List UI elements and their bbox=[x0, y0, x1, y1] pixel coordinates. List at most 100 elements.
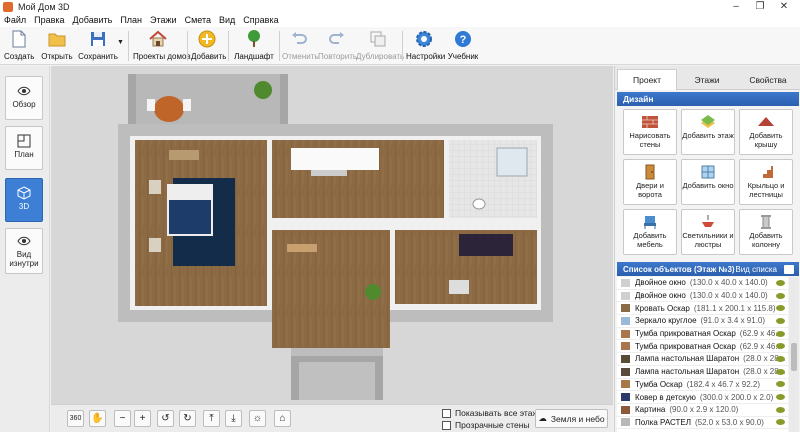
menu-file[interactable]: Файл bbox=[4, 15, 26, 25]
balcony-plant bbox=[254, 81, 272, 99]
menu-view[interactable]: Вид bbox=[219, 15, 235, 25]
add-floor-button[interactable]: Добавить этаж bbox=[681, 109, 735, 155]
shower bbox=[496, 147, 528, 177]
transparent-walls-checkbox[interactable]: Прозрачные стены bbox=[442, 420, 530, 430]
scrollbar-thumb[interactable] bbox=[791, 343, 797, 371]
3d-view-button[interactable]: 3D bbox=[5, 178, 43, 222]
add-window-button[interactable]: Добавить окно bbox=[681, 159, 735, 205]
visibility-eye-icon[interactable] bbox=[776, 330, 785, 337]
minimize-icon[interactable]: – bbox=[724, 0, 748, 13]
add-furniture-button[interactable]: Добавить мебель bbox=[623, 209, 677, 255]
tilt-down-icon[interactable]: ⤓ bbox=[225, 410, 242, 427]
menu-edit[interactable]: Правка bbox=[34, 15, 64, 25]
light-bulb-icon[interactable]: ☼ bbox=[249, 410, 266, 427]
save-button[interactable]: Сохранить bbox=[78, 29, 118, 63]
visibility-eye-icon[interactable] bbox=[776, 343, 785, 350]
view-list-link[interactable]: Вид списка bbox=[735, 265, 777, 274]
right-panel: Проект Этажи Свойства Дизайн Нарисовать … bbox=[614, 66, 800, 432]
list-item[interactable]: Кровать Оскар (181.1 x 200.1 x 115.8) bbox=[617, 302, 788, 316]
menu-plan[interactable]: План bbox=[120, 15, 142, 25]
object-dimensions: (90.0 x 2.9 x 120.0) bbox=[669, 405, 739, 415]
toolbar-separator bbox=[128, 31, 129, 61]
menu-estimate[interactable]: Смета bbox=[185, 15, 211, 25]
visibility-eye-icon[interactable] bbox=[776, 368, 785, 375]
show-all-floors-checkbox[interactable]: Показывать все этажи bbox=[442, 408, 543, 418]
tab-properties[interactable]: Свойства bbox=[737, 69, 799, 90]
list-item[interactable]: Ковер в детскую (300.0 x 200.0 x 2.0) bbox=[617, 391, 788, 404]
add-roof-button[interactable]: Добавить крышу bbox=[739, 109, 793, 155]
add-column-button[interactable]: Добавить колонну bbox=[739, 209, 793, 255]
visibility-eye-icon[interactable] bbox=[776, 419, 785, 426]
visibility-eye-icon[interactable] bbox=[776, 381, 785, 388]
porch-stairs-button[interactable]: Крыльцо и лестницы bbox=[739, 159, 793, 205]
list-item[interactable]: Полка РАСТЕЛ (52.0 x 53.0 x 90.0) bbox=[617, 417, 788, 430]
visibility-eye-icon[interactable] bbox=[776, 279, 785, 286]
create-button[interactable]: Создать bbox=[4, 29, 34, 63]
redo-button[interactable]: Повторить bbox=[318, 29, 357, 63]
menu-floors[interactable]: Этажи bbox=[150, 15, 177, 25]
visibility-eye-icon[interactable] bbox=[776, 394, 785, 401]
menu-help[interactable]: Справка bbox=[243, 15, 278, 25]
object-icon bbox=[621, 380, 630, 389]
menu-add[interactable]: Добавить bbox=[73, 15, 113, 25]
duplicate-button[interactable]: Дублировать bbox=[356, 29, 404, 63]
zoom-out-icon[interactable]: − bbox=[114, 410, 131, 427]
close-icon[interactable]: ✕ bbox=[772, 0, 796, 13]
list-item[interactable]: Тумба прикроватная Оскар (62.9 x 46... bbox=[617, 340, 788, 354]
visibility-eye-icon[interactable] bbox=[776, 305, 785, 312]
chevron-down-icon[interactable]: ▼ bbox=[117, 39, 124, 46]
list-item[interactable]: Тумба прикроватная Оскар (62.9 x 46... bbox=[617, 328, 788, 341]
zoom-in-icon[interactable]: + bbox=[134, 410, 151, 427]
eye-icon bbox=[17, 86, 31, 96]
tab-project[interactable]: Проект bbox=[617, 69, 677, 90]
object-dimensions: (300.0 x 200.0 x 2.0) bbox=[699, 392, 774, 402]
toolbar-separator bbox=[228, 31, 229, 61]
open-button[interactable]: Открыть bbox=[40, 29, 74, 63]
ground-and-sky-button[interactable]: ☁ Земля и небо bbox=[535, 409, 608, 428]
list-item[interactable]: Картина (90.0 x 2.9 x 120.0) bbox=[617, 404, 788, 417]
maximize-icon[interactable]: ❐ bbox=[748, 0, 772, 13]
list-item[interactable]: Зеркало круглое (91.0 x 3.4 x 91.0) bbox=[617, 315, 788, 328]
toolbar-separator bbox=[279, 31, 280, 61]
house-projects-button[interactable]: Проекты домов bbox=[133, 29, 191, 63]
visibility-eye-icon[interactable] bbox=[776, 317, 785, 324]
window-title: Мой Дом 3D bbox=[18, 1, 70, 12]
plan-button[interactable]: План bbox=[5, 126, 43, 170]
list-item[interactable]: Двойное окно (130.0 x 40.0 x 140.0) bbox=[617, 290, 788, 303]
overview-button[interactable]: Обзор bbox=[5, 76, 43, 120]
object-name: Зеркало круглое bbox=[635, 316, 697, 326]
tutorial-button[interactable]: ? Учебник bbox=[446, 29, 480, 63]
landscape-button[interactable]: Ландшафт bbox=[233, 29, 275, 63]
rotate-360-icon[interactable]: 360 bbox=[67, 410, 84, 427]
inside-view-button[interactable]: Вид изнутри bbox=[5, 228, 43, 274]
redo-icon bbox=[329, 32, 344, 44]
object-list[interactable]: Двойное окно (130.0 x 40.0 x 140.0) Двойно… bbox=[617, 277, 788, 432]
object-icon bbox=[621, 329, 630, 338]
add-button[interactable]: Добавить bbox=[191, 29, 226, 63]
lamps-button[interactable]: Светильники и люстры bbox=[681, 209, 735, 255]
object-list-scrollbar[interactable] bbox=[789, 277, 799, 432]
window-icon bbox=[701, 165, 715, 179]
object-name: Кровать Оскар bbox=[635, 303, 690, 313]
doors-gates-button[interactable]: Двери и ворота bbox=[623, 159, 677, 205]
list-item[interactable]: Лампа настольная Шаратон (28.0 x 28... bbox=[617, 353, 788, 366]
tab-floors[interactable]: Этажи bbox=[677, 69, 737, 90]
undo-icon bbox=[292, 32, 307, 44]
visibility-eye-icon[interactable] bbox=[776, 355, 785, 362]
tilt-up-icon[interactable]: ⤒ bbox=[203, 410, 220, 427]
list-item[interactable]: Лампа настольная Шаратон (28.0 x 28... bbox=[617, 366, 788, 379]
list-item[interactable]: Двойное окно (130.0 x 40.0 x 140.0) bbox=[617, 277, 788, 290]
3d-viewport[interactable] bbox=[51, 66, 613, 404]
rotate-right-icon[interactable]: ↻ bbox=[179, 410, 196, 427]
undo-button[interactable]: Отменить bbox=[282, 29, 319, 63]
home-view-icon[interactable]: ⌂ bbox=[274, 410, 291, 427]
visibility-eye-icon[interactable] bbox=[776, 406, 785, 413]
list-view-icon[interactable] bbox=[784, 264, 794, 274]
settings-button[interactable]: Настройки bbox=[406, 29, 445, 63]
rotate-left-icon[interactable]: ↺ bbox=[157, 410, 174, 427]
object-name: Тумба прикроватная Оскар bbox=[635, 341, 736, 351]
list-item[interactable]: Тумба Оскар (182.4 x 46.7 x 92.2) bbox=[617, 379, 788, 392]
draw-walls-button[interactable]: Нарисовать стены bbox=[623, 109, 677, 155]
pan-hand-icon[interactable]: ✋ bbox=[89, 410, 106, 427]
visibility-eye-icon[interactable] bbox=[776, 292, 785, 299]
